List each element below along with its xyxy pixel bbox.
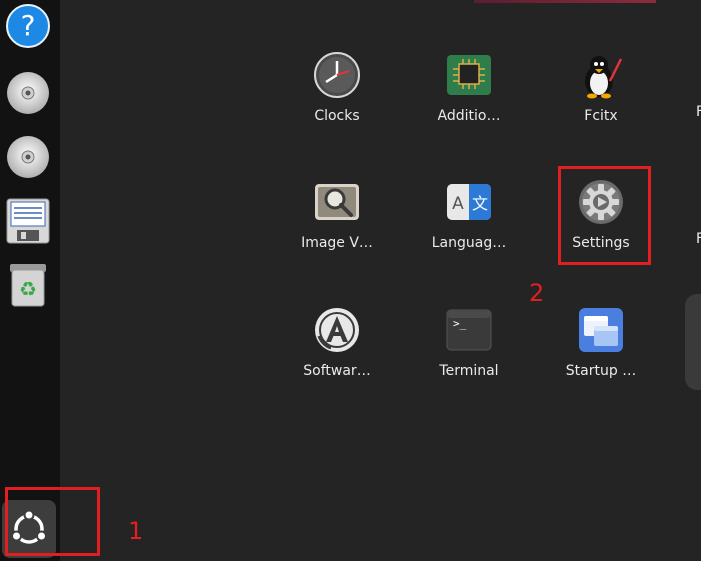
trash-icon[interactable]: ♻ — [5, 262, 51, 308]
app-label: Terminal — [439, 363, 499, 379]
app-clocks[interactable]: Clocks — [277, 51, 397, 161]
image-viewer-icon — [313, 178, 361, 226]
svg-text:>_: >_ — [453, 317, 467, 330]
app-label: Fcitx — [584, 108, 618, 124]
window-icon — [577, 306, 625, 354]
wallpaper-strip — [474, 0, 656, 3]
app-image-viewer[interactable]: Image V… — [277, 178, 397, 288]
app-language-support[interactable]: A 文 Languag… — [409, 178, 529, 288]
app-label: Softwar… — [303, 363, 371, 379]
chip-icon — [445, 51, 493, 99]
annotation-box-show-apps — [5, 487, 100, 556]
app-label: Additio… — [437, 108, 501, 124]
clock-icon — [313, 51, 361, 99]
app-terminal[interactable]: >_ Terminal — [409, 306, 529, 416]
svg-text:?: ? — [21, 9, 36, 42]
penguin-icon — [577, 51, 625, 99]
app-additional-drivers[interactable]: Additio… — [409, 51, 529, 161]
save-icon[interactable] — [5, 198, 51, 244]
software-icon — [313, 306, 361, 354]
help-icon[interactable]: ? — [5, 3, 51, 49]
disc-icon[interactable] — [5, 70, 51, 116]
app-label: Startup … — [565, 363, 637, 379]
app-label: Clocks — [314, 108, 360, 124]
svg-text:文: 文 — [472, 194, 488, 213]
app-software-updater[interactable]: Softwar… — [277, 306, 397, 416]
app-label: Image V… — [301, 235, 373, 251]
annotation-box-settings — [558, 166, 651, 265]
disc-icon[interactable] — [5, 134, 51, 180]
app-fcitx[interactable]: Fcitx — [541, 51, 661, 161]
app-label: Languag… — [431, 235, 507, 251]
annotation-number-1: 1 — [128, 517, 144, 545]
svg-text:♻: ♻ — [19, 277, 37, 301]
language-icon: A 文 — [445, 178, 493, 226]
app-startup-applications[interactable]: Startup … — [541, 306, 661, 416]
partial-app-label: F — [696, 231, 701, 247]
annotation-number-2: 2 — [529, 279, 545, 307]
partial-app-label: F — [696, 104, 701, 120]
svg-text:A: A — [452, 194, 464, 214]
terminal-icon: >_ — [445, 306, 493, 354]
dock: ? ♻ — [0, 0, 60, 561]
page-indicator-handle[interactable] — [685, 294, 701, 390]
